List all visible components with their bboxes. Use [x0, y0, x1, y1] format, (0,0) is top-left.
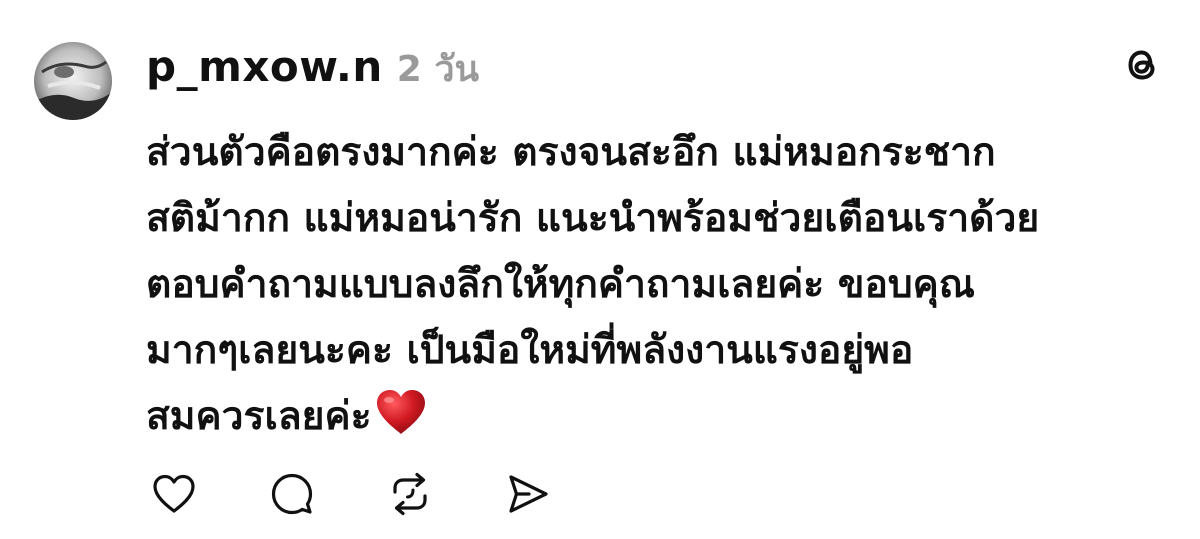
red-heart-emoji	[374, 387, 428, 437]
like-button[interactable]	[146, 466, 202, 522]
threads-logo-icon	[1119, 42, 1165, 88]
post-line: ส่วนตัวคือตรงมากค่ะ ตรงจนสะอึก แม่หมอกระ…	[146, 130, 996, 175]
threads-post: p_mxow.n 2 วัน ส่วนตัวคือตรงมากค่ะ ตรงจน…	[0, 0, 1200, 539]
post-body: ส่วนตัวคือตรงมากค่ะ ตรงจนสะอึก แม่หมอกระ…	[146, 120, 1176, 450]
share-button[interactable]	[500, 466, 556, 522]
post-line: สติม้ากก แม่หมอน่ารัก แนะนำพร้อมช่วยเตือ…	[146, 196, 1040, 241]
avatar-photo	[34, 42, 112, 120]
post-last-line: สมควรเลยค่ะ	[146, 384, 1176, 450]
post-line: มากๆเลยนะคะ เป็นมือใหม่ที่พลังงานแรงอยู่…	[146, 328, 914, 373]
post-header: p_mxow.n 2 วัน	[146, 40, 479, 96]
repost-icon	[393, 472, 427, 516]
post-time: 2 วัน	[396, 49, 480, 90]
avatar[interactable]	[34, 42, 112, 120]
post-line: ตอบคำถามแบบลงลึกให้ทุกคำถามเลยค่ะ ขอบคุณ	[146, 262, 975, 307]
repost-button[interactable]	[382, 466, 438, 522]
username[interactable]: p_mxow.n	[146, 42, 383, 91]
send-icon	[509, 475, 548, 513]
post-actions	[146, 466, 556, 522]
post-line: สมควรเลยค่ะ	[146, 394, 372, 439]
heart-outline-icon	[153, 474, 195, 513]
comment-bubble-icon	[271, 473, 313, 515]
comment-button[interactable]	[264, 466, 320, 522]
